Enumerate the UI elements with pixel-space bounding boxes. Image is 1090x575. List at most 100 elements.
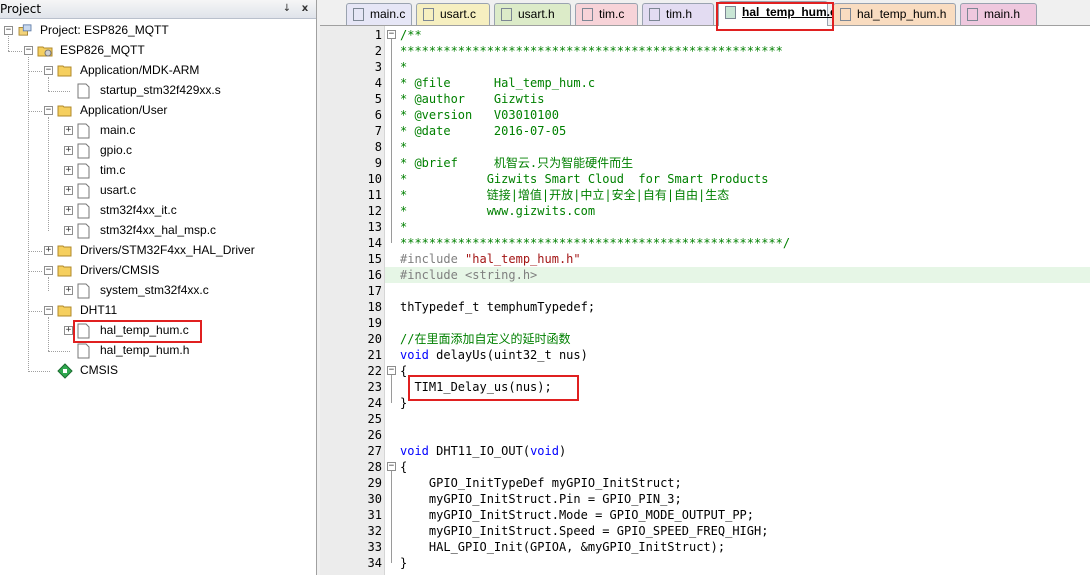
code-line[interactable]: 5 * @author Gizwtis	[320, 91, 1090, 107]
code-line[interactable]: 26	[320, 427, 1090, 443]
file-icon	[77, 163, 90, 179]
code-line[interactable]: 14 **************************************…	[320, 235, 1090, 251]
tree-group-drivers-cmsis[interactable]: − Drivers/CMSIS	[0, 261, 316, 281]
tree-group-application-user[interactable]: − Application/User	[0, 101, 316, 121]
code-line[interactable]: 28−{	[320, 459, 1090, 475]
line-number: 1	[374, 28, 382, 42]
tab-main-c[interactable]: main.c	[346, 3, 412, 25]
tree-file[interactable]: startup_stm32f429xx.s	[0, 81, 316, 101]
code-line[interactable]: 32 myGPIO_InitStruct.Speed = GPIO_SPEED_…	[320, 523, 1090, 539]
code-line[interactable]: 29 GPIO_InitTypeDef myGPIO_InitStruct;	[320, 475, 1090, 491]
collapse-icon[interactable]: −	[24, 46, 33, 55]
code-line[interactable]: 7 * @date 2016-07-05	[320, 123, 1090, 139]
expand-icon[interactable]: +	[64, 226, 73, 235]
code-line[interactable]: 33 HAL_GPIO_Init(GPIOA, &myGPIO_InitStru…	[320, 539, 1090, 555]
code-line[interactable]: 19	[320, 315, 1090, 331]
pin-icon[interactable]: ↓	[281, 3, 293, 15]
code-line[interactable]: 3 *	[320, 59, 1090, 75]
tree-file[interactable]: + system_stm32f4xx.c	[0, 281, 316, 301]
code-line[interactable]: 31 myGPIO_InitStruct.Mode = GPIO_MODE_OU…	[320, 507, 1090, 523]
code-line[interactable]: 16 #include <string.h>	[320, 267, 1090, 283]
line-number: 12	[367, 204, 382, 218]
tab-usart-h[interactable]: usart.h	[494, 3, 571, 25]
folder-open-icon	[57, 65, 72, 77]
tab-tim-c[interactable]: tim.c	[575, 3, 638, 25]
expand-icon[interactable]: +	[64, 326, 73, 335]
tree-cmsis[interactable]: CMSIS	[0, 361, 316, 381]
fold-collapse-icon[interactable]: −	[387, 30, 396, 39]
code-line[interactable]: 30 myGPIO_InitStruct.Pin = GPIO_PIN_3;	[320, 491, 1090, 507]
collapse-icon[interactable]: −	[44, 106, 53, 115]
expand-icon[interactable]: +	[64, 166, 73, 175]
code-line[interactable]: 27 void DHT11_IO_OUT(void)	[320, 443, 1090, 459]
line-number: 15	[367, 252, 382, 266]
folder-open-icon	[57, 305, 72, 317]
code-line[interactable]: 11 * 链接|增值|开放|中立|安全|自有|自由|生态	[320, 187, 1090, 203]
group-label: DHT11	[80, 303, 118, 317]
code-line[interactable]: 34}	[320, 555, 1090, 571]
expand-icon[interactable]: +	[44, 246, 53, 255]
tree-group-hal-driver[interactable]: + Drivers/STM32F4xx_HAL_Driver	[0, 241, 316, 261]
line-number: 29	[367, 476, 382, 490]
file-label: startup_stm32f429xx.s	[100, 83, 221, 97]
code-text: void delayUs(uint32_t nus)	[400, 348, 588, 362]
collapse-icon[interactable]: −	[44, 306, 53, 315]
tree-file[interactable]: + gpio.c	[0, 141, 316, 161]
tab-tim-h[interactable]: tim.h	[642, 3, 714, 25]
code-line[interactable]: 12 * www.gizwits.com	[320, 203, 1090, 219]
tab-main-h[interactable]: main.h	[960, 3, 1037, 25]
code-line[interactable]: 4 * @file Hal_temp_hum.c	[320, 75, 1090, 91]
tab-usart-c[interactable]: usart.c	[416, 3, 490, 25]
line-number: 11	[367, 188, 382, 202]
group-label: Application/User	[80, 103, 168, 117]
code-line[interactable]: 2 ***************************************…	[320, 43, 1090, 59]
expand-icon[interactable]: +	[64, 126, 73, 135]
code-text: * @author Gizwtis	[400, 92, 545, 106]
expand-icon[interactable]: +	[64, 146, 73, 155]
expand-icon[interactable]: +	[64, 186, 73, 195]
line-number: 28	[367, 460, 382, 474]
collapse-icon[interactable]: −	[4, 26, 13, 35]
tree-file[interactable]: hal_temp_hum.h	[0, 341, 316, 361]
tab-hal-temp-hum-h[interactable]: hal_temp_hum.h	[833, 3, 956, 25]
code-line[interactable]: 21 void delayUs(uint32_t nus)	[320, 347, 1090, 363]
expand-icon[interactable]: +	[64, 286, 73, 295]
code-text: * @version V03010100	[400, 108, 559, 122]
tree-file[interactable]: + tim.c	[0, 161, 316, 181]
code-text: *	[400, 60, 408, 74]
code-line[interactable]: 10 * Gizwits Smart Cloud for Smart Produc…	[320, 171, 1090, 187]
code-line[interactable]: 17	[320, 283, 1090, 299]
collapse-icon[interactable]: −	[44, 266, 53, 275]
code-line[interactable]: 8 *	[320, 139, 1090, 155]
code-line[interactable]: 13 *	[320, 219, 1090, 235]
tree-group-dht11[interactable]: − DHT11	[0, 301, 316, 321]
cmsis-label: CMSIS	[80, 363, 119, 377]
code-text: myGPIO_InitStruct.Pin = GPIO_PIN_3;	[400, 492, 682, 506]
tree-file[interactable]: + stm32f4xx_hal_msp.c	[0, 221, 316, 241]
tree-file[interactable]: + main.c	[0, 121, 316, 141]
collapse-icon[interactable]: −	[44, 66, 53, 75]
line-number: 21	[367, 348, 382, 362]
file-label: stm32f4xx_it.c	[100, 203, 177, 217]
code-line[interactable]: 20 //在里面添加自定义的延时函数	[320, 331, 1090, 347]
tree-group-application-mdk-arm[interactable]: − Application/MDK-ARM	[0, 61, 316, 81]
code-line[interactable]: 9 * @brief 机智云.只为智能硬件而生	[320, 155, 1090, 171]
code-line[interactable]: 1−/**	[320, 27, 1090, 43]
file-label: tim.c	[100, 163, 126, 177]
tree-root[interactable]: − Project: ESP826_MQTT	[0, 21, 316, 41]
line-number: 30	[367, 492, 382, 506]
code-line[interactable]: 15 #include "hal_temp_hum.h"	[320, 251, 1090, 267]
file-icon	[77, 143, 90, 159]
line-number: 2	[374, 44, 382, 58]
tree-file[interactable]: + usart.c	[0, 181, 316, 201]
fold-collapse-icon[interactable]: −	[387, 462, 396, 471]
expand-icon[interactable]: +	[64, 206, 73, 215]
tree-file[interactable]: + stm32f4xx_it.c	[0, 201, 316, 221]
close-icon[interactable]: x	[299, 3, 311, 15]
code-line[interactable]: 18 thTypedef_t temphumTypedef;	[320, 299, 1090, 315]
code-line[interactable]: 25	[320, 411, 1090, 427]
line-number: 26	[367, 428, 382, 442]
fold-collapse-icon[interactable]: −	[387, 366, 396, 375]
tree-target[interactable]: − ESP826_MQTT	[0, 41, 316, 61]
code-line[interactable]: 6 * @version V03010100	[320, 107, 1090, 123]
